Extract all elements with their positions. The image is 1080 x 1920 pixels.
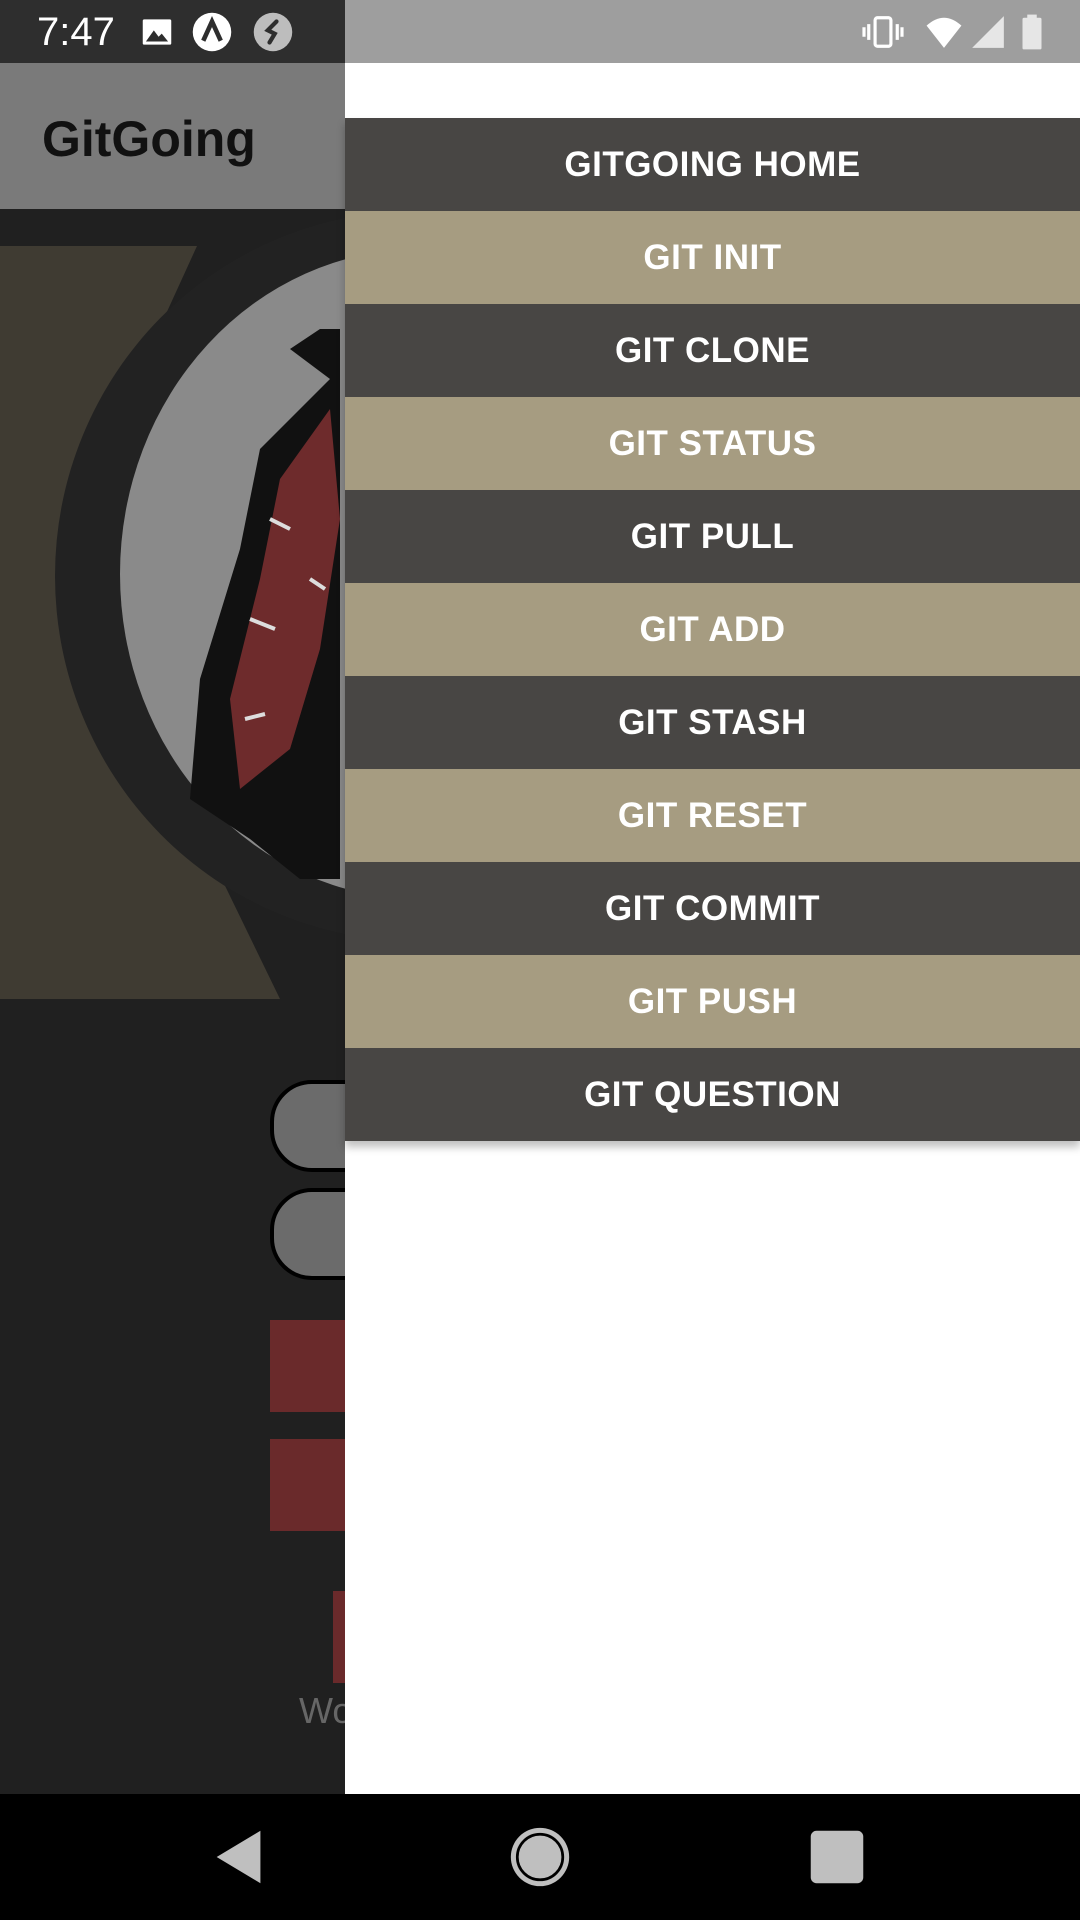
input-field-1[interactable] (270, 1080, 345, 1172)
menu-item-git-question[interactable]: GIT QUESTION (345, 1048, 1080, 1141)
app-a-icon (192, 12, 232, 52)
back-icon[interactable] (205, 1822, 275, 1892)
signal-icon (972, 16, 1004, 48)
home-icon[interactable] (505, 1822, 575, 1892)
menu-item-gitgoing-home[interactable]: GITGOING HOME (345, 118, 1080, 211)
shazam-icon (253, 12, 293, 52)
action-button-2[interactable] (270, 1439, 345, 1531)
menu-item-git-add[interactable]: GIT ADD (345, 583, 1080, 676)
status-bar-right (345, 0, 1080, 63)
menu-item-git-commit[interactable]: GIT COMMIT (345, 862, 1080, 955)
menu-item-git-push[interactable]: GIT PUSH (345, 955, 1080, 1048)
recents-icon[interactable] (802, 1822, 872, 1892)
app-body (0, 209, 345, 1794)
logo-illustration-icon (190, 329, 340, 879)
system-nav-bar (0, 1794, 1080, 1920)
wifi-icon (926, 17, 962, 48)
status-time: 7:47 (37, 10, 115, 54)
drawer-menu: GITGOING HOME GIT INIT GIT CLONE GIT STA… (345, 118, 1080, 1141)
menu-item-git-pull[interactable]: GIT PULL (345, 490, 1080, 583)
action-button-1[interactable] (270, 1320, 345, 1412)
status-bar-left: 7:47 (0, 0, 345, 63)
app-title: GitGoing (42, 111, 256, 167)
menu-item-git-clone[interactable]: GIT CLONE (345, 304, 1080, 397)
input-field-2[interactable] (270, 1188, 345, 1280)
menu-item-git-reset[interactable]: GIT RESET (345, 769, 1080, 862)
vibrate-icon (862, 16, 904, 48)
image-icon (142, 19, 172, 45)
menu-item-git-init[interactable]: GIT INIT (345, 211, 1080, 304)
battery-icon (1022, 14, 1042, 50)
menu-item-git-status[interactable]: GIT STATUS (345, 397, 1080, 490)
navigation-drawer: GITGOING HOME GIT INIT GIT CLONE GIT STA… (345, 63, 1080, 1794)
menu-item-git-stash[interactable]: GIT STASH (345, 676, 1080, 769)
